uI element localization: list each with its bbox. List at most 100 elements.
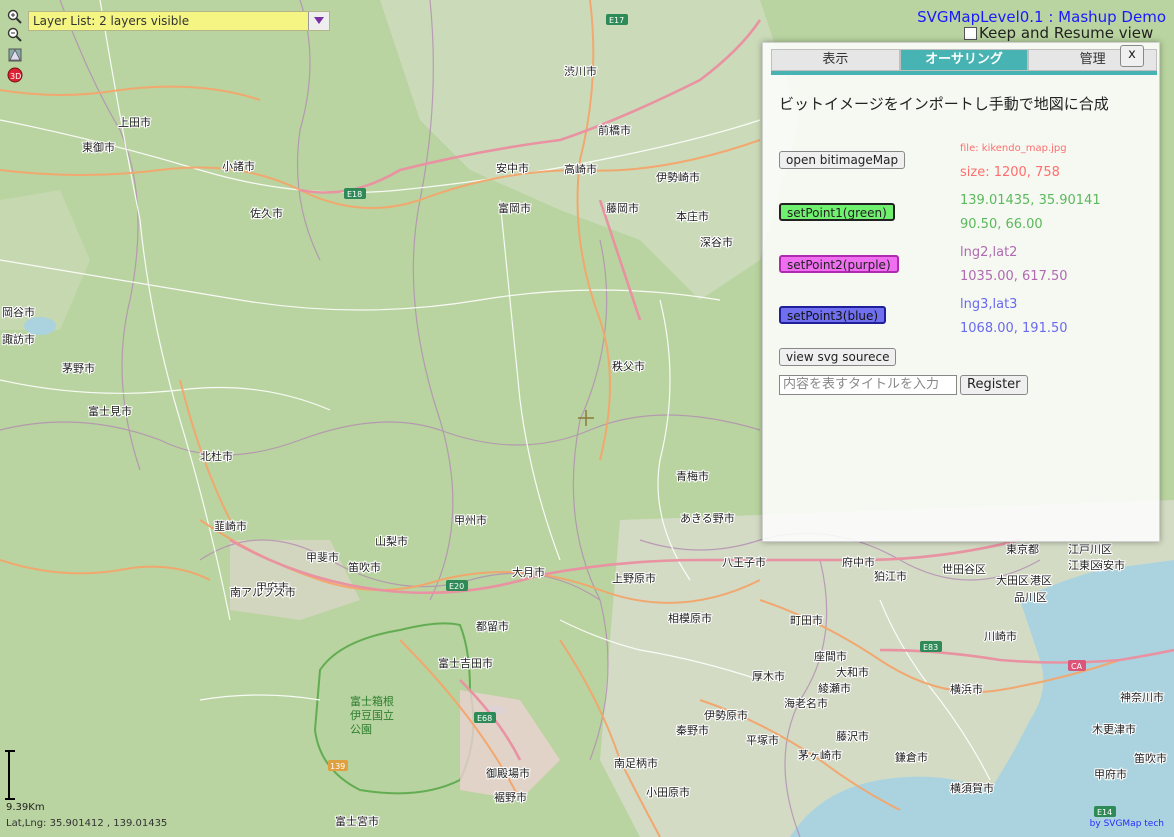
place-label: 岡谷市: [2, 305, 35, 319]
place-label: 伊勢崎市: [656, 170, 700, 184]
chevron-down-icon[interactable]: [308, 12, 329, 30]
close-button[interactable]: x: [1120, 45, 1144, 67]
place-label: 厚木市: [752, 669, 785, 683]
place-label: 佐久市: [250, 206, 283, 220]
place-label: 前橋市: [598, 123, 631, 137]
park-label-line: 伊豆国立: [350, 708, 394, 722]
place-label: 狛江市: [874, 569, 907, 583]
place-label: 秩父市: [612, 359, 645, 373]
place-label: 甲州市: [454, 513, 487, 527]
place-label: あきる野市: [680, 511, 735, 525]
place-label: 川崎市: [984, 629, 1017, 643]
zoom-out-icon[interactable]: [6, 26, 24, 44]
shield-e20: E20: [449, 582, 464, 591]
place-label: 綾瀬市: [818, 681, 851, 695]
place-label: 甲府市: [1094, 767, 1127, 781]
shield-e17: E17: [609, 16, 624, 25]
tab-underline: [771, 71, 1157, 75]
place-label: 上田市: [118, 115, 151, 129]
view-svg-source-button[interactable]: view svg sourece: [779, 348, 897, 366]
place-label: 北杜市: [200, 449, 233, 463]
set-point1-button[interactable]: setPoint1(green): [779, 203, 895, 221]
shield-e18: E18: [347, 190, 362, 199]
3d-view-icon[interactable]: 3D: [6, 66, 24, 84]
place-label: 小田原市: [646, 785, 690, 799]
point1-geo: 139.01435, 35.90141: [960, 193, 1101, 208]
place-label: 都留市: [476, 619, 509, 633]
place-label: 江東区: [1068, 559, 1101, 572]
checkbox-icon[interactable]: [964, 26, 977, 40]
keep-resume-checkbox[interactable]: Keep and Resume view: [964, 24, 1153, 42]
place-label: 南足柄市: [614, 756, 658, 770]
place-label: 韮崎市: [214, 519, 247, 533]
set-point3-button[interactable]: setPoint3(blue): [779, 306, 887, 324]
place-label: 木更津市: [1092, 722, 1136, 736]
place-label: 府中市: [842, 555, 875, 569]
place-label: 裾野市: [494, 790, 527, 804]
register-button[interactable]: Register: [960, 375, 1028, 395]
latlng-readout: Lat,Lng: 35.901412 , 139.01435: [6, 818, 168, 829]
place-label: 藤岡市: [606, 201, 639, 215]
place-label: 平塚市: [746, 733, 779, 747]
gps-icon[interactable]: [6, 46, 24, 64]
place-label: 横須賀市: [950, 781, 994, 795]
place-label: 諏訪市: [2, 332, 35, 346]
shield-e14: E14: [1097, 808, 1112, 817]
place-label: 神奈川市: [1120, 690, 1164, 704]
open-bitimage-button[interactable]: open bitimageMap: [779, 151, 906, 169]
place-label: 海老名市: [784, 696, 828, 710]
zoom-in-icon[interactable]: [6, 8, 24, 26]
place-label: 安中市: [496, 161, 529, 175]
place-label: 小諸市: [222, 159, 255, 173]
place-label: 笛吹市: [1134, 751, 1167, 765]
shield-e68: E68: [477, 714, 492, 723]
point2-geo: lng2,lat2: [960, 245, 1018, 260]
place-label: 富士吉田市: [438, 656, 493, 670]
place-label: 鎌倉市: [895, 750, 928, 764]
point2-pixel: 1035.00, 617.50: [960, 269, 1068, 284]
place-label: 富岡市: [498, 201, 531, 215]
place-label: 富士見市: [88, 404, 132, 418]
place-label: 大月市: [512, 565, 545, 579]
place-label: 上野原市: [612, 571, 656, 585]
place-label: 山梨市: [375, 534, 408, 548]
place-label: 大和市: [836, 665, 869, 679]
point3-pixel: 1068.00, 191.50: [960, 321, 1068, 336]
park-label-line: 富士箱根: [350, 694, 394, 708]
scale-label: 9.39Km: [6, 802, 45, 813]
place-label: 世田谷区: [942, 563, 986, 576]
place-label: 伊勢原市: [704, 708, 748, 722]
place-label: 八王子市: [722, 555, 766, 569]
place-label: 座間市: [814, 649, 847, 663]
place-label: 東御市: [82, 140, 115, 154]
title-input[interactable]: 内容を表すタイトルを入力: [779, 375, 957, 395]
tab-display[interactable]: 表示: [771, 49, 900, 71]
credit-link[interactable]: by SVGMap tech: [1090, 819, 1164, 829]
place-label: 江戸川区: [1068, 543, 1112, 556]
panel-tabs: 表示 オーサリング 管理: [771, 49, 1158, 71]
place-label: 秦野市: [676, 723, 709, 737]
place-label: 本庄市: [676, 209, 709, 223]
place-label: 藤沢市: [836, 729, 869, 743]
keep-resume-label: Keep and Resume view: [979, 24, 1154, 42]
park-label-line: 公園: [350, 723, 372, 736]
tab-authoring[interactable]: オーサリング: [899, 49, 1029, 71]
place-label: 大田区: [996, 573, 1029, 587]
place-label: 横浜市: [950, 682, 983, 696]
shield-139: 139: [330, 762, 345, 771]
place-label: 渋川市: [564, 64, 597, 78]
place-label: 甲斐市: [306, 550, 339, 564]
place-label: 深谷市: [700, 235, 733, 249]
place-label: 笛吹市: [348, 560, 381, 574]
place-label: 茅ヶ崎市: [798, 748, 842, 762]
place-label: 相模原市: [668, 611, 712, 625]
layer-list-select[interactable]: Layer List: 2 layers visible: [28, 11, 330, 31]
point3-geo: lng3,lat3: [960, 297, 1018, 312]
layer-list-label: Layer List: 2 layers visible: [33, 14, 190, 28]
shield-ca: CA: [1071, 662, 1083, 671]
set-point2-button[interactable]: setPoint2(purple): [779, 255, 899, 273]
place-label: 高崎市: [564, 162, 597, 176]
panel-heading: ビットイメージをインポートし手動で地図に合成: [779, 95, 1109, 113]
file-label: file: kikendo_map.jpg: [960, 143, 1067, 154]
place-label: 南アルプス市: [230, 585, 296, 599]
